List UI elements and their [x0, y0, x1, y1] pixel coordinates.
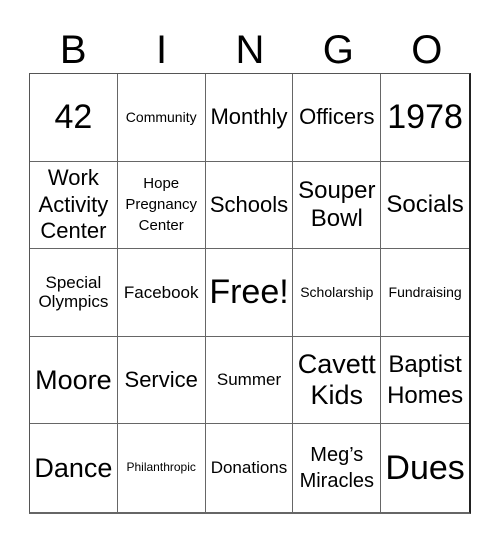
bingo-cell[interactable]: Dues	[381, 424, 469, 512]
bingo-cell[interactable]: Monthly	[205, 74, 294, 162]
free-space[interactable]: Free!	[205, 249, 294, 337]
bingo-cell[interactable]: Baptist Homes	[381, 337, 469, 425]
bingo-cell[interactable]: Community	[117, 74, 206, 162]
bingo-cell[interactable]: Summer	[205, 336, 294, 425]
header-letter-n: N	[235, 28, 265, 72]
bingo-cell[interactable]: Schools	[205, 161, 294, 250]
bingo-cell[interactable]: Cavett Kids	[293, 336, 382, 425]
bingo-cell[interactable]: Facebook	[117, 249, 206, 337]
header-letter-b: B	[59, 28, 87, 72]
bingo-cell[interactable]: Dance	[30, 424, 118, 512]
bingo-cell[interactable]: Souper Bowl	[293, 161, 382, 250]
bingo-header: B I N G O	[29, 28, 471, 72]
header-letter-i: I	[156, 28, 168, 72]
bingo-cell[interactable]: Moore	[30, 336, 118, 425]
bingo-cell[interactable]: 42	[30, 74, 118, 162]
bingo-cell[interactable]: Scholarship	[293, 249, 382, 337]
bingo-cell[interactable]: Special Olympics	[30, 249, 118, 337]
bingo-grid: 42 Community Monthly Officers 1978 Work …	[29, 73, 471, 514]
bingo-cell[interactable]: Donations	[206, 424, 294, 512]
bingo-cell[interactable]: Hope Pregnancy Center	[117, 161, 206, 250]
header-letter-o: O	[411, 28, 443, 72]
bingo-cell[interactable]: Philanthropic	[118, 424, 206, 512]
bingo-cell[interactable]: Work Activity Center	[30, 161, 118, 250]
bingo-cell[interactable]: Fundraising	[381, 249, 469, 337]
header-letter-g: G	[322, 28, 354, 72]
bingo-cell[interactable]: 1978	[381, 74, 469, 162]
bingo-cell[interactable]: Service	[117, 336, 206, 425]
bingo-cell[interactable]: Officers	[293, 74, 382, 162]
bingo-cell[interactable]: Meg’s Miracles	[293, 424, 382, 512]
bingo-cell[interactable]: Socials	[381, 162, 469, 250]
